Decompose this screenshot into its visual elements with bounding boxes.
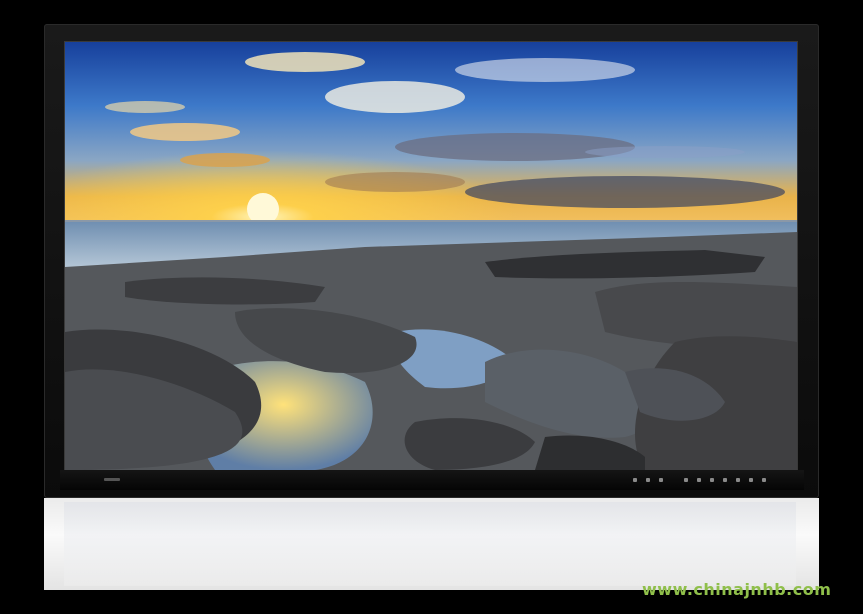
- panel-button-icon[interactable]: [697, 478, 701, 482]
- watermark-text: www.chinajnhb.com: [642, 580, 832, 599]
- panel-button-icon[interactable]: [646, 478, 650, 482]
- landscape-image: [65, 42, 797, 470]
- monitor-reflection: [44, 498, 819, 590]
- panel-button-icon[interactable]: [749, 478, 753, 482]
- panel-button-icon[interactable]: [710, 478, 714, 482]
- panel-button-icon[interactable]: [736, 478, 740, 482]
- power-led-icon: [104, 478, 120, 481]
- monitor-screen: [64, 41, 798, 471]
- display-monitor: [44, 24, 819, 498]
- panel-button-icon[interactable]: [659, 478, 663, 482]
- monitor-bezel-bottom: [60, 470, 804, 490]
- panel-button-icon[interactable]: [633, 478, 637, 482]
- panel-button-icon[interactable]: [762, 478, 766, 482]
- panel-button-icon[interactable]: [684, 478, 688, 482]
- reflection-screen: [64, 502, 796, 586]
- panel-button-icon[interactable]: [723, 478, 727, 482]
- panel-buttons: [633, 478, 766, 482]
